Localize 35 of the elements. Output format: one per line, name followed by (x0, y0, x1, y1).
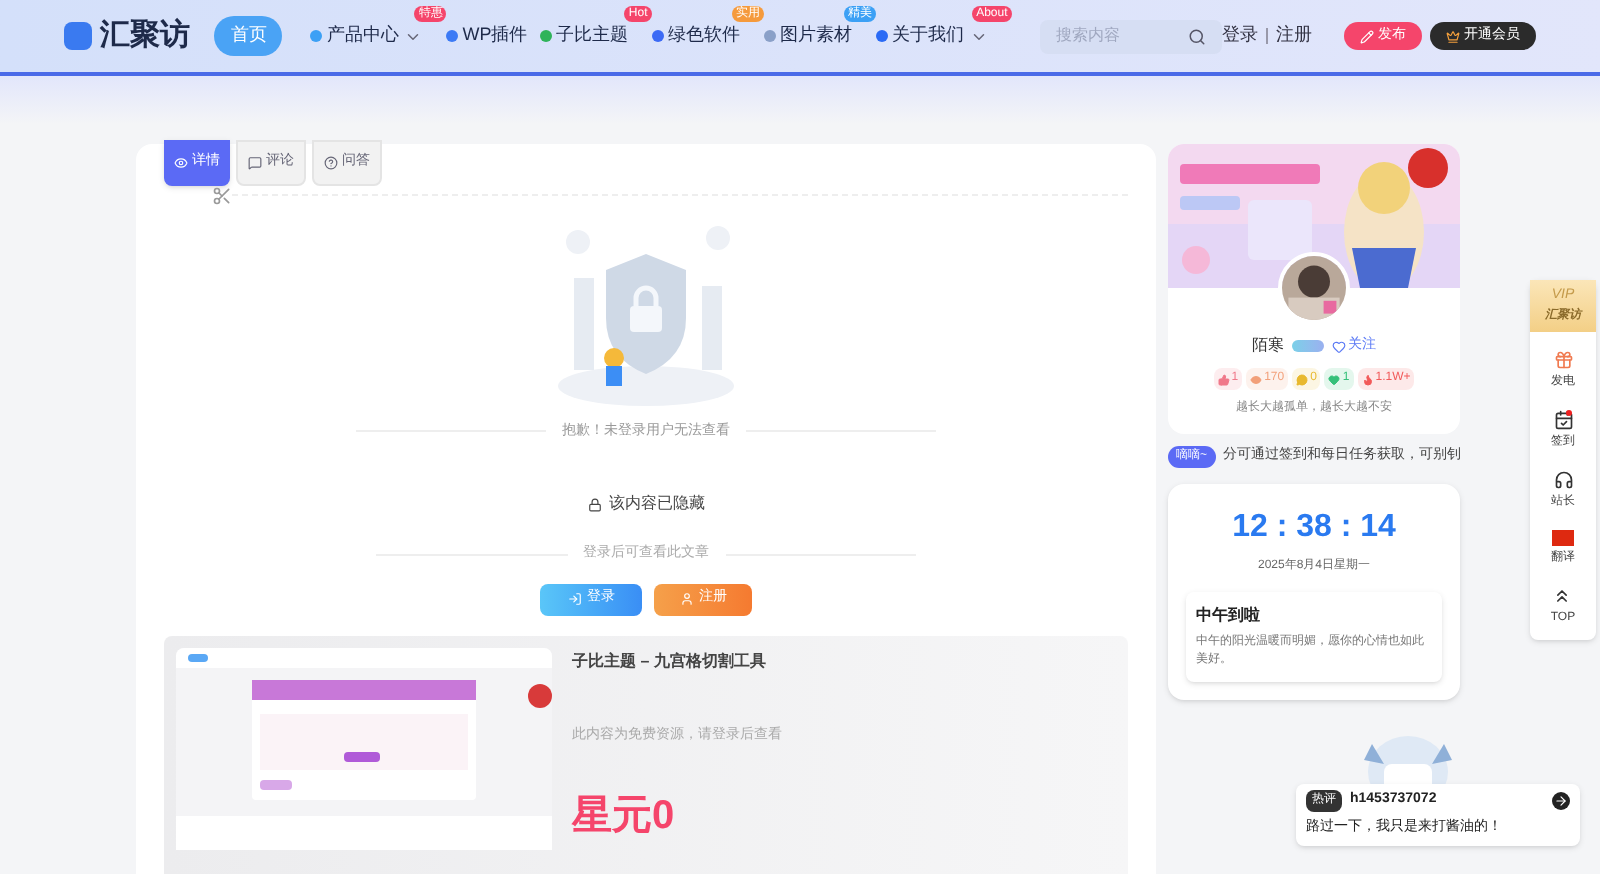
eye-icon (174, 155, 188, 170)
register-link[interactable]: 注册 (1276, 22, 1312, 50)
product-price: 星元0 (572, 792, 677, 842)
top-icon (1552, 585, 1573, 605)
nav-item[interactable]: 子比主题 (539, 16, 628, 56)
nav-item[interactable]: WP插件 (446, 16, 528, 56)
login-link[interactable]: 登录 (1222, 22, 1258, 50)
product-title: 子比主题 – 九宫格切割工具 (572, 649, 768, 673)
logo-text: 汇聚访 (100, 15, 190, 56)
gift-icon (1553, 349, 1573, 369)
support-icon (1553, 469, 1573, 489)
user-icon (679, 592, 693, 606)
question-icon (324, 155, 338, 170)
nav-icon (539, 30, 552, 42)
nav-icon (446, 30, 459, 42)
nav-item[interactable]: 关于我们 (875, 16, 964, 56)
greeting-title: 中午到啦 (1196, 604, 1262, 628)
clock-time: 12 : 38 : 14 (1232, 508, 1396, 548)
lock-icon (587, 497, 601, 511)
nav-icon (651, 30, 664, 42)
search-icon (1188, 27, 1206, 45)
comment-icon (248, 155, 262, 170)
nav-icon (310, 30, 323, 42)
checkin-icon (1553, 409, 1573, 429)
crown-icon (1446, 29, 1460, 43)
user-name: 陌寒 (1252, 334, 1284, 358)
flag-icon (1552, 529, 1574, 545)
nav-item[interactable]: 产品中心 (310, 16, 399, 56)
nav-icon (763, 30, 776, 42)
nav-icon (875, 30, 888, 42)
heart-icon (1332, 339, 1346, 353)
pencil-icon (1360, 29, 1374, 43)
login-icon (567, 592, 581, 606)
scissors-icon (212, 185, 232, 205)
hidden-label: 该内容已隐藏 (609, 492, 705, 516)
